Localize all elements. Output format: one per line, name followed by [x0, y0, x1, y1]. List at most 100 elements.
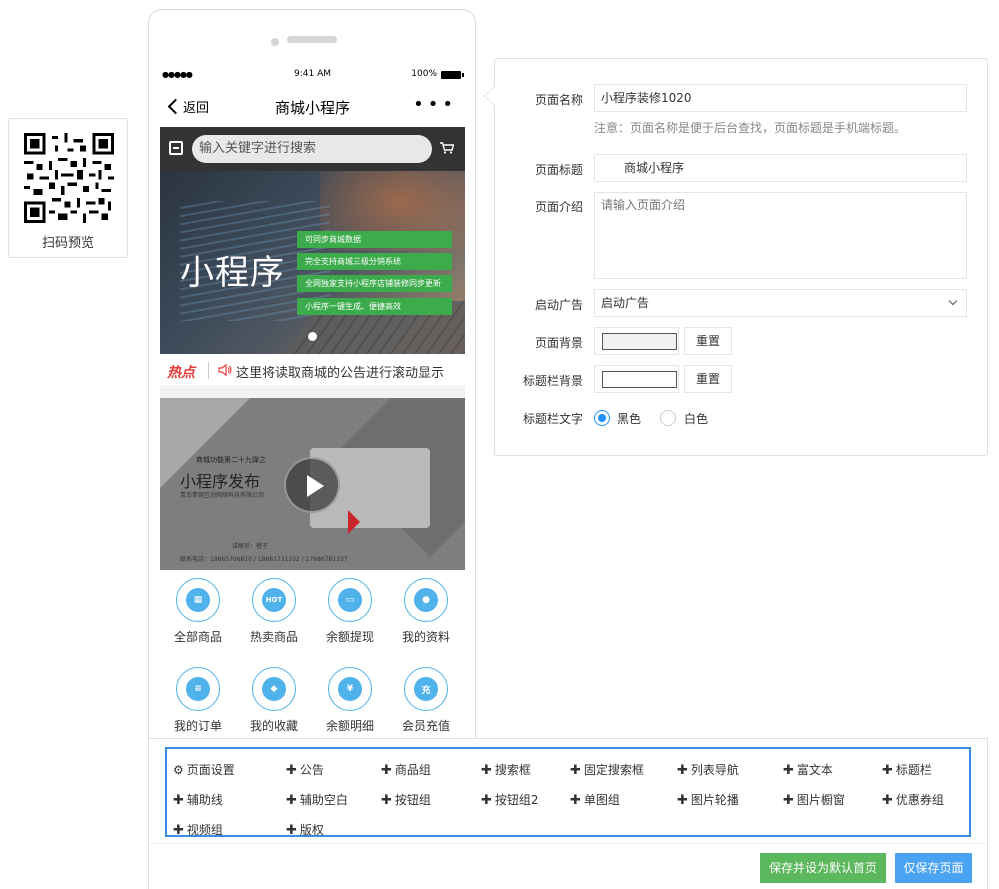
page-name-input[interactable]: 小程序装修1020 — [594, 84, 967, 112]
favorite-box-icon: ◆ — [252, 667, 296, 711]
tool-item[interactable]: ✚ 优惠券组 — [882, 791, 944, 808]
icon-grid: ▦ 全部商品 HOT 热卖商品 ▭ 余额提现 ● 我的资料 ≡ 我的订单 ◆ 我… — [160, 570, 465, 750]
banner-carousel[interactable]: 小程序 可同步商城数据 完全支持商城三级分销系统 全网独家支持小程序店铺装修同步… — [160, 171, 465, 354]
user-icon: ● — [404, 578, 448, 622]
save-default-button[interactable]: 保存并设为默认首页 — [760, 853, 886, 883]
tool-item[interactable]: ✚ 视频组 — [173, 821, 223, 838]
cart-icon[interactable] — [440, 142, 454, 154]
tool-item[interactable]: ✚ 公告 — [286, 761, 324, 778]
grid-item-hot-products[interactable]: HOT 热卖商品 — [236, 578, 312, 645]
grid-label: 全部商品 — [173, 630, 222, 644]
store-icon[interactable] — [169, 141, 183, 155]
search-input[interactable]: 输入关键字进行搜索 — [192, 135, 432, 163]
tool-item[interactable]: ✚ 搜索框 — [481, 761, 531, 778]
video-decor-4 — [348, 510, 360, 534]
money-bag-icon-glyph: ¥ — [338, 677, 362, 701]
titlebar-text-label: 标题栏文字 — [522, 412, 583, 426]
page-name-note: 注意：页面名称是便于后台查找，页面标题是手机端标题。 — [594, 121, 907, 135]
grid-item-withdraw[interactable]: ▭ 余额提现 — [312, 578, 388, 645]
status-bar: ●●●●● 9:41 AM 100% — [160, 66, 465, 84]
plus-icon: ✚ — [173, 793, 184, 808]
grid-item-balance-detail[interactable]: ¥ 余额明细 — [312, 667, 388, 734]
video-title: 小程序发布 — [180, 472, 261, 491]
tool-item[interactable]: ✚ 固定搜索框 — [570, 761, 644, 778]
tool-item[interactable]: ✚ 辅助线 — [173, 791, 223, 808]
page-bg-color-swatch — [602, 333, 677, 350]
hot-icon: HOT — [252, 578, 296, 622]
notice-divider — [208, 362, 209, 379]
tool-item[interactable]: ✚ 按钮组2 — [481, 791, 539, 808]
video-contact: 联系电话：18665706810 / 18681731102 / 1768678… — [180, 556, 348, 563]
panel-pointer — [484, 86, 504, 106]
tool-item-label: 辅助线 — [186, 793, 223, 807]
mini-program-navbar: 返回 商城小程序 ••• — [160, 88, 465, 126]
tool-item-label: 公告 — [299, 763, 324, 777]
launch-ad-select[interactable]: 启动广告 — [594, 289, 967, 317]
battery-icon — [441, 71, 464, 79]
tool-item[interactable]: ✚ 辅助空白 — [286, 791, 348, 808]
page-name-label: 页面名称 — [534, 93, 583, 107]
tool-item[interactable]: ✚ 单图组 — [570, 791, 620, 808]
tool-item-label: 单图组 — [583, 793, 620, 807]
carousel-indicator[interactable] — [308, 332, 317, 341]
radio-black[interactable] — [594, 410, 610, 426]
video-company: 青岛青铜互动网络科技有限公司 — [180, 492, 265, 499]
component-list: ⚙ 页面设置 ✚ 公告 ✚ 商品组 ✚ 搜索框 ✚ 固定搜索框 ✚ 列表导航 ✚ 富文本 ✚ 标题栏 ✚ 辅助线 ✚… — [165, 747, 971, 838]
page-intro-textarea[interactable] — [594, 192, 967, 279]
favorite-box-icon-glyph: ◆ — [262, 677, 286, 701]
tool-item[interactable]: ✚ 标题栏 — [882, 761, 932, 778]
page-bg-color-picker[interactable] — [594, 327, 679, 355]
wallet-icon: ▭ — [328, 578, 372, 622]
battery-text: 100% — [411, 69, 437, 79]
more-icon[interactable]: ••• — [413, 94, 457, 115]
hot-badge: 热点 — [167, 365, 195, 381]
phone-speaker — [287, 36, 337, 43]
grid-item-all-products[interactable]: ▦ 全部商品 — [160, 578, 236, 645]
tool-item[interactable]: ✚ 富文本 — [783, 761, 833, 778]
gear-icon: ⚙ — [173, 763, 184, 777]
radio-white[interactable] — [660, 410, 676, 426]
plus-icon: ✚ — [570, 793, 581, 808]
save-only-button[interactable]: 仅保存页面 — [895, 853, 972, 883]
page-bg-reset-button[interactable]: 重置 — [684, 327, 732, 355]
plus-icon: ✚ — [677, 763, 688, 778]
tool-item[interactable]: ✚ 列表导航 — [677, 761, 739, 778]
tool-item[interactable]: ✚ 商品组 — [381, 761, 431, 778]
banner-feature-3: 全网独家支持小程序店铺装修同步更新 — [297, 275, 452, 292]
order-icon: ≡ — [176, 667, 220, 711]
titlebar-bg-reset-button[interactable]: 重置 — [684, 365, 732, 393]
grid-item-recharge[interactable]: 充 会员充值 — [388, 667, 464, 734]
tool-item-label: 搜索框 — [494, 763, 531, 777]
grid-item-orders[interactable]: ≡ 我的订单 — [160, 667, 236, 734]
wallet-icon-glyph: ▭ — [338, 588, 362, 612]
radio-black-label[interactable]: 黑色 — [617, 410, 641, 427]
radio-white-label[interactable]: 白色 — [684, 410, 708, 427]
titlebar-bg-color-picker[interactable] — [594, 365, 679, 393]
grid-item-profile[interactable]: ● 我的资料 — [388, 578, 464, 645]
page-bg-label: 页面背景 — [534, 336, 583, 350]
tool-item[interactable]: ✚ 图片橱窗 — [783, 791, 845, 808]
tool-item[interactable]: ✚ 版权 — [286, 821, 324, 838]
video-lecturer: 讲解员：橙子 — [232, 543, 269, 550]
tool-item-label: 富文本 — [796, 763, 833, 777]
tool-item[interactable]: ✚ 按钮组 — [381, 791, 431, 808]
banner-feature-1: 可同步商城数据 — [297, 231, 452, 248]
plus-icon: ✚ — [783, 793, 794, 808]
banner-feature-2: 完全支持商城三级分销系统 — [297, 253, 452, 270]
page-title-input[interactable]: 商城小程序 — [594, 154, 967, 182]
tool-item[interactable]: ⚙ 页面设置 — [173, 761, 235, 778]
banner-title: 小程序 — [180, 253, 285, 293]
tool-item-label: 列表导航 — [690, 763, 739, 777]
play-icon[interactable] — [284, 457, 340, 513]
plus-icon: ✚ — [286, 793, 297, 808]
notice-bar: 热点 这里将读取商城的公告进行滚动显示 — [160, 354, 465, 387]
tool-item-label: 按钮组 — [394, 793, 431, 807]
grid-item-favorites[interactable]: ◆ 我的收藏 — [236, 667, 312, 734]
plus-icon: ✚ — [570, 763, 581, 778]
component-toolbar: ⚙ 页面设置 ✚ 公告 ✚ 商品组 ✚ 搜索框 ✚ 固定搜索框 ✚ 列表导航 ✚ 富文本 ✚ 标题栏 ✚ 辅助线 ✚… — [148, 738, 988, 889]
chevron-down-icon — [948, 296, 958, 306]
video-block[interactable]: 商城功能第二十九弹之 小程序发布 青岛青铜互动网络科技有限公司 讲解员：橙子 联… — [160, 398, 465, 570]
qr-preview-label: 扫码预览 — [41, 236, 94, 251]
tool-item[interactable]: ✚ 图片轮播 — [677, 791, 739, 808]
tool-item-label: 辅助空白 — [299, 793, 348, 807]
